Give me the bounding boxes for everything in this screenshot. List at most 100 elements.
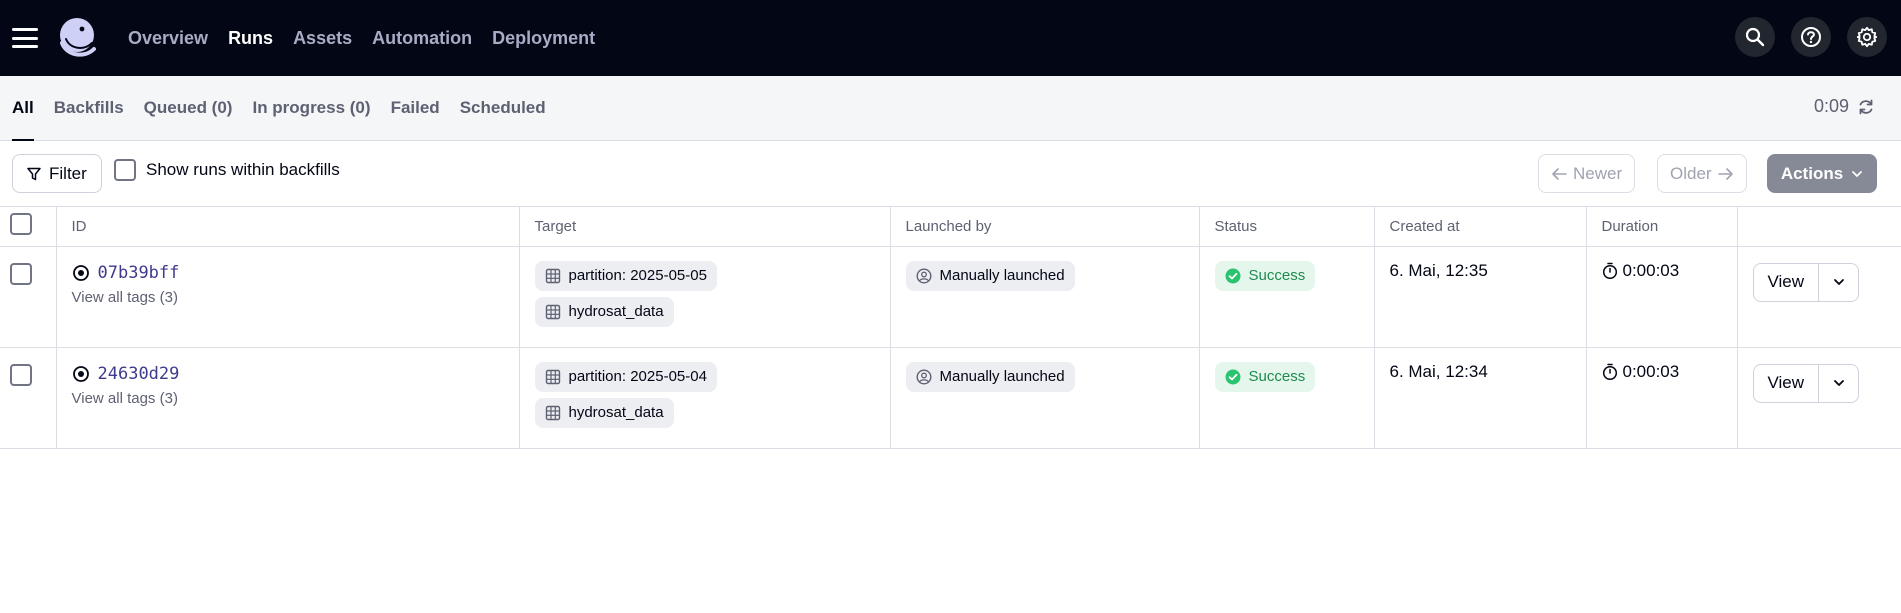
tab-queued[interactable]: Queued (0) <box>144 75 233 140</box>
runs-toolbar: Filter Show runs within backfills Newer … <box>0 141 1901 207</box>
status-label: Success <box>1248 267 1306 284</box>
user-icon <box>915 368 932 385</box>
run-id-cell: 24630d29 View all tags (3) <box>56 347 520 449</box>
timer-icon <box>1602 262 1617 279</box>
launched-by-label: Manually launched <box>939 368 1065 385</box>
top-nav: Overview Runs Assets Automation Deployme… <box>0 0 1901 76</box>
status-badge: Success <box>1214 260 1316 291</box>
help-button[interactable] <box>1791 17 1831 57</box>
asset-label: hydrosat_data <box>568 404 664 421</box>
table-row: 07b39bff View all tags (3) partition: 20… <box>0 246 1901 348</box>
gear-icon <box>1856 26 1878 48</box>
help-icon <box>1801 27 1821 47</box>
launched-by-tag: Manually launched <box>905 260 1075 291</box>
header-status: Status <box>1199 207 1375 247</box>
partition-label: partition: 2025-05-05 <box>568 267 707 284</box>
refresh-icon[interactable] <box>1857 98 1875 116</box>
table-header-row: ID Target Launched by Status Created at … <box>0 207 1901 247</box>
run-id-link[interactable]: 24630d29 <box>98 364 180 384</box>
header-id: ID <box>56 207 520 247</box>
nav-deployment[interactable]: Deployment <box>492 28 595 49</box>
status-label: Success <box>1248 368 1306 385</box>
refresh-countdown: 0:09 <box>1813 96 1849 116</box>
run-status-dot-icon <box>72 264 89 281</box>
nav-runs[interactable]: Runs <box>228 28 273 49</box>
created-at-cell[interactable]: 6. Mai, 12:35 <box>1374 246 1587 348</box>
chevron-down-icon <box>1833 279 1844 285</box>
view-button[interactable]: View <box>1752 363 1820 403</box>
nav-automation[interactable]: Automation <box>372 28 472 49</box>
row-checkbox[interactable] <box>10 262 32 285</box>
search-button[interactable] <box>1735 17 1775 57</box>
arrow-left-icon <box>1552 167 1567 180</box>
tab-failed[interactable]: Failed <box>391 75 440 140</box>
partition-tag[interactable]: partition: 2025-05-04 <box>534 361 717 392</box>
newer-label: Newer <box>1573 163 1623 183</box>
header-duration: Duration <box>1586 207 1738 247</box>
select-all-cell <box>0 207 57 247</box>
header-created-at: Created at <box>1374 207 1587 247</box>
launched-by-cell: Manually launched <box>890 347 1200 449</box>
dagster-logo[interactable] <box>54 15 100 61</box>
user-icon <box>915 267 932 284</box>
launched-by-cell: Manually launched <box>890 246 1200 348</box>
tab-scheduled[interactable]: Scheduled <box>460 75 546 140</box>
row-select-cell <box>0 347 57 449</box>
duration-cell: 0:00:03 <box>1586 347 1738 449</box>
partition-tag[interactable]: partition: 2025-05-05 <box>534 260 717 291</box>
nav-assets[interactable]: Assets <box>293 28 352 49</box>
row-select-cell <box>0 246 57 348</box>
menu-icon[interactable] <box>12 28 38 48</box>
check-circle-icon <box>1225 268 1240 283</box>
filter-label: Filter <box>49 163 87 183</box>
show-backfills-checkbox[interactable] <box>114 159 136 181</box>
created-at-cell[interactable]: 6. Mai, 12:34 <box>1374 347 1587 449</box>
show-backfills-label: Show runs within backfills <box>146 160 340 179</box>
launched-by-label: Manually launched <box>939 267 1065 284</box>
chevron-down-icon <box>1833 380 1844 386</box>
status-cell: Success <box>1199 347 1375 449</box>
table-row: 24630d29 View all tags (3) partition: 20… <box>0 347 1901 449</box>
run-id-cell: 07b39bff View all tags (3) <box>56 246 520 348</box>
view-all-tags-link[interactable]: View all tags (3) <box>72 289 504 306</box>
table-icon <box>545 369 560 384</box>
header-actions <box>1737 207 1901 247</box>
header-launched-by: Launched by <box>890 207 1200 247</box>
search-icon <box>1745 27 1765 47</box>
table-icon <box>545 268 560 283</box>
actions-button[interactable]: Actions <box>1767 154 1877 193</box>
older-button[interactable]: Older <box>1657 154 1747 193</box>
show-backfills-toggle[interactable]: Show runs within backfills <box>114 159 340 181</box>
row-menu-button[interactable] <box>1819 262 1860 302</box>
refresh-control[interactable]: 0:09 <box>1814 96 1875 117</box>
select-all-checkbox[interactable] <box>10 213 32 236</box>
view-all-tags-link[interactable]: View all tags (3) <box>72 390 504 407</box>
tab-all[interactable]: All <box>12 75 34 141</box>
filter-icon <box>27 167 41 180</box>
timer-icon <box>1602 363 1617 380</box>
row-menu-button[interactable] <box>1819 363 1860 403</box>
partition-label: partition: 2025-05-04 <box>568 368 707 385</box>
filter-button[interactable]: Filter <box>12 154 102 193</box>
target-cell: partition: 2025-05-05 hydrosat_data <box>519 246 891 348</box>
target-cell: partition: 2025-05-04 hydrosat_data <box>519 347 891 449</box>
tab-in-progress[interactable]: In progress (0) <box>252 75 370 140</box>
run-status-dot-icon <box>72 365 89 382</box>
check-circle-icon <box>1225 369 1240 384</box>
view-button[interactable]: View <box>1752 262 1820 302</box>
run-id-link[interactable]: 07b39bff <box>98 263 180 283</box>
status-cell: Success <box>1199 246 1375 348</box>
header-target: Target <box>519 207 891 247</box>
settings-button[interactable] <box>1847 17 1887 57</box>
runs-table: ID Target Launched by Status Created at … <box>0 207 1901 449</box>
newer-button[interactable]: Newer <box>1538 154 1636 193</box>
nav-overview[interactable]: Overview <box>128 28 208 49</box>
row-checkbox[interactable] <box>10 363 32 386</box>
asset-tag[interactable]: hydrosat_data <box>534 397 674 428</box>
duration-label: 0:00:03 <box>1622 260 1680 280</box>
asset-tag[interactable]: hydrosat_data <box>534 296 674 327</box>
duration-label: 0:00:03 <box>1622 361 1680 381</box>
tab-backfills[interactable]: Backfills <box>54 75 124 140</box>
table-icon <box>545 304 560 319</box>
actions-label: Actions <box>1780 163 1844 183</box>
